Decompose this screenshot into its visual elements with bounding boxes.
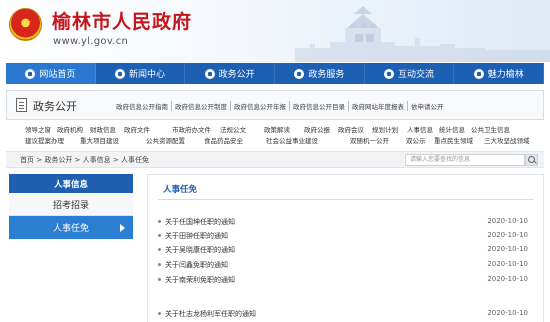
nav-label: 互动交流 — [398, 70, 435, 80]
category-link[interactable]: 领导之窗 — [25, 124, 57, 134]
article-title[interactable]: 关于杜志龙杨利军任职的通知 — [165, 310, 256, 318]
document-icon — [16, 98, 27, 112]
category-link[interactable]: 政府公报 — [304, 124, 338, 134]
bullet-icon — [158, 248, 161, 251]
page: 榆林市人民政府 www.yl.gov.cn 网站首页 新闻中心 政务公开 政务服… — [0, 0, 550, 322]
section-title: 政务公开 — [33, 100, 77, 113]
article-date: 2020-10-10 — [487, 275, 528, 283]
category-link[interactable]: 食品药品安全 — [204, 135, 266, 145]
search-icon[interactable] — [525, 154, 538, 166]
category-link[interactable]: 法规公文 — [220, 124, 264, 134]
landscape-icon — [473, 68, 484, 79]
news-icon — [115, 68, 125, 79]
category-link[interactable]: 财政信息 — [90, 124, 124, 134]
city-wall-skyline-icon — [295, 6, 550, 62]
category-link[interactable]: 统计信息 — [439, 124, 471, 134]
category-link[interactable]: 政府机构 — [57, 124, 90, 134]
sidebar-item-appointments[interactable]: 人事任免 — [9, 216, 133, 239]
category-link[interactable]: 政府会议 — [338, 124, 372, 134]
list-item[interactable]: 关于田翀任职的通知 2020-10-10 — [158, 231, 538, 245]
category-link[interactable]: 政府文件 — [124, 124, 172, 134]
article-date: 2020-10-10 — [487, 231, 528, 239]
list-item[interactable]: 关于闫鑫免职的通知 2020-10-10 — [158, 260, 538, 274]
service-icon — [294, 68, 305, 79]
title-divider — [158, 199, 534, 200]
national-emblem-icon — [9, 8, 42, 41]
article-title[interactable]: 关于南荣利免职的通知 — [165, 276, 235, 284]
category-link[interactable]: 社会公益事业建设 — [266, 135, 350, 145]
category-link[interactable]: 人事信息 — [407, 124, 439, 134]
nav-item-charm-yulin[interactable]: 魅力榆林 — [454, 63, 545, 84]
category-link[interactable]: 重点民生领域 — [434, 135, 484, 145]
gov-info-section: 政务公开 政府信息公开指南 政府信息公开制度 政府信息公开年报 政府信息公开目录… — [6, 90, 544, 120]
list-item[interactable]: 关于南荣利免职的通知 2020-10-10 — [158, 275, 538, 289]
site-url: www.yl.gov.cn — [53, 36, 129, 47]
article-date: 2020-10-10 — [487, 260, 528, 268]
nav-item-gov-affairs[interactable]: 政务公开 — [185, 63, 276, 84]
link-guide[interactable]: 政府信息公开指南 — [113, 101, 172, 111]
nav-item-services[interactable]: 政务服务 — [275, 63, 365, 84]
page-title: 人事任免 — [163, 185, 198, 195]
article-title[interactable]: 关于吴晓康任职的通知 — [165, 246, 235, 254]
nav-label: 网站首页 — [39, 70, 76, 80]
link-annual-report[interactable]: 政府信息公开年报 — [231, 101, 290, 111]
building-icon — [204, 68, 215, 79]
site-title[interactable]: 榆林市人民政府 — [52, 7, 192, 34]
category-row-2: 建议提案办理 重大项目建设 公共资源配置 食品药品安全 社会公益事业建设 双随机… — [25, 135, 545, 145]
category-link[interactable]: 建议提案办理 — [25, 135, 80, 145]
nav-label: 政务公开 — [218, 70, 255, 80]
link-catalog[interactable]: 政府信息公开目录 — [290, 101, 349, 111]
category-link[interactable]: 重大项目建设 — [80, 135, 146, 145]
category-link[interactable]: 公共资源配置 — [146, 135, 204, 145]
bullet-icon — [158, 278, 161, 281]
chat-icon — [384, 68, 395, 79]
bullet-icon — [158, 220, 161, 223]
sidebar-item-recruitment[interactable]: 招考招录 — [9, 193, 133, 216]
nav-label: 魅力榆林 — [487, 70, 524, 80]
sidebar-header: 人事信息 — [9, 174, 133, 193]
category-link[interactable]: 双随机一公开 — [350, 135, 406, 145]
nav-label: 新闻中心 — [129, 70, 166, 80]
category-row-1: 领导之窗 政府机构 财政信息 政府文件 市政府办文件 法规公文 政策解读 政府公… — [25, 124, 545, 134]
nav-item-news[interactable]: 新闻中心 — [96, 63, 186, 84]
link-apply-disclosure[interactable]: 依申请公开 — [408, 101, 447, 111]
site-header: 榆林市人民政府 www.yl.gov.cn — [0, 0, 550, 62]
article-date: 2020-10-10 — [487, 245, 528, 253]
home-icon — [25, 68, 36, 79]
list-item[interactable]: 关于任国坤任职的通知 2020-10-10 — [158, 217, 538, 231]
article-title[interactable]: 关于闫鑫免职的通知 — [165, 261, 228, 269]
main-nav: 网站首页 新闻中心 政务公开 政务服务 互动交流 魅力榆林 — [6, 63, 545, 84]
category-link[interactable]: 规划计划 — [372, 124, 407, 134]
category-link[interactable]: 双公示 — [406, 135, 434, 145]
bullet-icon — [158, 312, 161, 315]
article-date: 2020-10-10 — [487, 217, 528, 225]
main-content: 人事任免 关于任国坤任职的通知 2020-10-10 关于田翀任职的通知 202… — [147, 174, 544, 322]
nav-label: 政务服务 — [308, 70, 345, 80]
article-title[interactable]: 关于田翀任职的通知 — [165, 232, 228, 240]
sidebar: 人事信息 招考招录 人事任免 — [9, 174, 133, 239]
nav-item-interaction[interactable]: 互动交流 — [365, 63, 455, 84]
category-link[interactable]: 公共卫生信息 — [471, 124, 517, 134]
section-links: 政府信息公开指南 政府信息公开制度 政府信息公开年报 政府信息公开目录 政府网站… — [113, 101, 447, 111]
category-link[interactable]: 政策解读 — [264, 124, 304, 134]
bullet-icon — [158, 263, 161, 266]
link-website-report[interactable]: 政府网站年度报表 — [349, 101, 408, 111]
list-item[interactable]: 关于吴晓康任职的通知 2020-10-10 — [158, 245, 538, 259]
category-link[interactable]: 市政府办文件 — [172, 124, 220, 134]
article-title[interactable]: 关于任国坤任职的通知 — [165, 218, 235, 226]
nav-item-home[interactable]: 网站首页 — [6, 63, 96, 84]
category-link[interactable]: 三大攻坚战领域 — [484, 135, 539, 145]
article-date: 2020-10-10 — [487, 309, 528, 317]
link-system[interactable]: 政府信息公开制度 — [172, 101, 231, 111]
list-item[interactable]: 关于杜志龙杨利军任职的通知 2020-10-10 — [158, 309, 538, 322]
bullet-icon — [158, 234, 161, 237]
search-input[interactable]: 请输入您要查找的信息 — [405, 154, 525, 166]
